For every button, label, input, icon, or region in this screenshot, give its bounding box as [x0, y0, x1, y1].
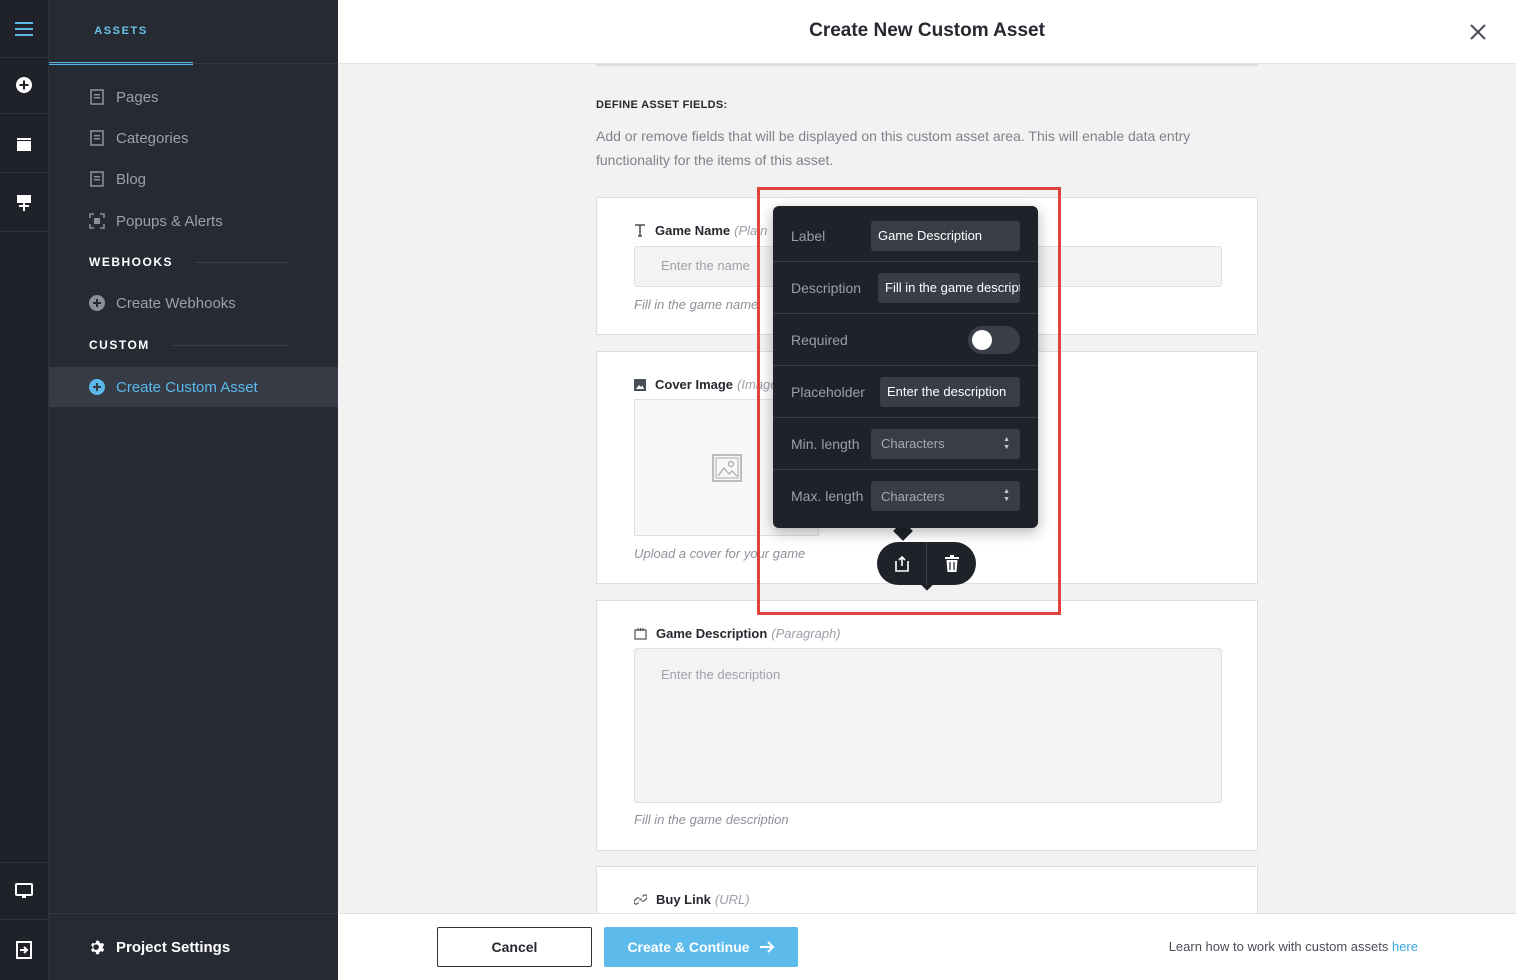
sidebar-item-popups[interactable]: Popups & Alerts: [49, 201, 338, 241]
field-help-text: Fill in the game name: [634, 297, 759, 312]
field-help-text: Upload a cover for your game: [634, 546, 806, 561]
stepper-arrows-icon[interactable]: ▲ ▼: [1003, 436, 1010, 452]
help-text: Learn how to work with custom assets her…: [1168, 939, 1418, 954]
description-input[interactable]: Fill in the game description: [878, 272, 1020, 303]
footer: Cancel Create & Continue Learn how to wo…: [338, 913, 1516, 980]
field-actions: [877, 542, 976, 585]
sidebar-item-categories[interactable]: Categories: [49, 118, 338, 158]
field-label: Game Description (Paragraph): [634, 626, 841, 641]
field-card-game-description[interactable]: Game Description (Paragraph) Enter the de…: [596, 600, 1258, 851]
popover-row-placeholder: Placeholder Enter the description: [773, 366, 1038, 418]
paragraph-icon: [634, 627, 647, 640]
field-label: Cover Image (Image: [634, 377, 778, 392]
sidebar-item-pages[interactable]: Pages: [49, 77, 338, 117]
popover-row-label: Label Game Description: [773, 210, 1038, 262]
sidebar-item-create-custom-asset[interactable]: Create Custom Asset: [49, 367, 338, 407]
assets-button[interactable]: [0, 115, 48, 173]
label-input[interactable]: Game Description: [871, 220, 1020, 251]
exit-icon: [16, 941, 32, 959]
link-icon: [634, 893, 647, 906]
arrow-right-icon: [759, 941, 774, 953]
preview-button[interactable]: [0, 862, 48, 920]
popover-row-required: Required: [773, 314, 1038, 366]
stepper-arrows-icon[interactable]: ▲ ▼: [1003, 488, 1010, 504]
delete-field-button[interactable]: [927, 542, 976, 585]
plus-circle-icon: [16, 76, 32, 93]
sidebar: ASSETS Pages Categories Blog Popups & Al…: [49, 0, 338, 980]
project-settings-label: Project Settings: [116, 938, 231, 956]
layout-icon: [17, 194, 31, 211]
sidebar-item-label: Create Custom Asset: [116, 378, 258, 396]
page-icon: [89, 89, 105, 105]
game-description-textarea[interactable]: Enter the description: [634, 648, 1222, 803]
section-title: DEFINE ASSET FIELDS:: [596, 99, 728, 111]
image-placeholder-icon: [711, 453, 742, 482]
close-button[interactable]: [1466, 20, 1490, 44]
toggle-knob: [972, 329, 992, 350]
help-link[interactable]: here: [1392, 939, 1418, 954]
field-settings-button[interactable]: [877, 542, 926, 585]
image-icon: [634, 378, 646, 391]
section-description: Add or remove fields that will be displa…: [596, 128, 1191, 168]
field-help-text: Fill in the game description: [634, 812, 789, 827]
sidebar-item-label: Popups & Alerts: [116, 212, 223, 230]
icon-rail: [0, 0, 49, 980]
page-icon: [89, 130, 105, 146]
hamburger-icon: [15, 21, 33, 36]
trash-icon: [944, 555, 959, 572]
max-length-stepper[interactable]: Characters ▲ ▼: [871, 481, 1020, 511]
logout-button[interactable]: [0, 921, 48, 979]
header: Create New Custom Asset: [338, 0, 1516, 64]
page-icon: [89, 171, 105, 187]
export-icon: [894, 555, 909, 572]
add-button[interactable]: [0, 56, 48, 114]
sidebar-item-create-webhooks[interactable]: Create Webhooks: [49, 283, 338, 323]
sidebar-item-label: Pages: [116, 88, 159, 106]
pages-button[interactable]: [0, 174, 48, 232]
popover-row-description: Description Fill in the game description: [773, 262, 1038, 314]
required-toggle[interactable]: [968, 325, 1020, 354]
min-length-stepper[interactable]: Characters ▲ ▼: [871, 428, 1020, 459]
sidebar-item-label: Blog: [116, 170, 147, 188]
text-icon: [634, 224, 646, 237]
sidebar-item-label: Create Webhooks: [116, 294, 236, 312]
section-divider: [596, 64, 1258, 66]
close-icon: [1470, 24, 1486, 40]
create-continue-label: Create & Continue: [627, 939, 750, 955]
custom-heading: CUSTOM: [89, 338, 289, 352]
menu-button[interactable]: [0, 0, 48, 58]
webhooks-heading: WEBHOOKS: [89, 255, 289, 269]
cancel-button[interactable]: Cancel: [437, 927, 592, 967]
popover-row-min-length: Min. length Characters ▲ ▼: [773, 418, 1038, 470]
sidebar-item-blog[interactable]: Blog: [49, 159, 338, 199]
placeholder-input[interactable]: Enter the description: [880, 376, 1020, 407]
field-label: Buy Link (URL): [634, 892, 750, 907]
field-label: Game Name (Plain: [634, 223, 767, 238]
monitor-icon: [15, 883, 33, 898]
popover-row-max-length: Max. length Characters ▲ ▼: [773, 470, 1038, 522]
plus-circle-icon: [89, 295, 105, 311]
create-continue-button[interactable]: Create & Continue: [604, 927, 798, 967]
project-settings-button[interactable]: Project Settings: [49, 913, 338, 980]
gear-icon: [89, 939, 106, 956]
frame-icon: [89, 213, 105, 229]
field-settings-popover: Label Game Description Description Fill …: [773, 206, 1038, 528]
plus-circle-icon: [89, 379, 105, 395]
tab-divider: [49, 63, 338, 64]
sidebar-item-label: Categories: [116, 129, 189, 147]
folder-icon: [17, 137, 31, 151]
tab-assets[interactable]: ASSETS: [49, 0, 193, 65]
page-title: Create New Custom Asset: [809, 20, 1045, 41]
